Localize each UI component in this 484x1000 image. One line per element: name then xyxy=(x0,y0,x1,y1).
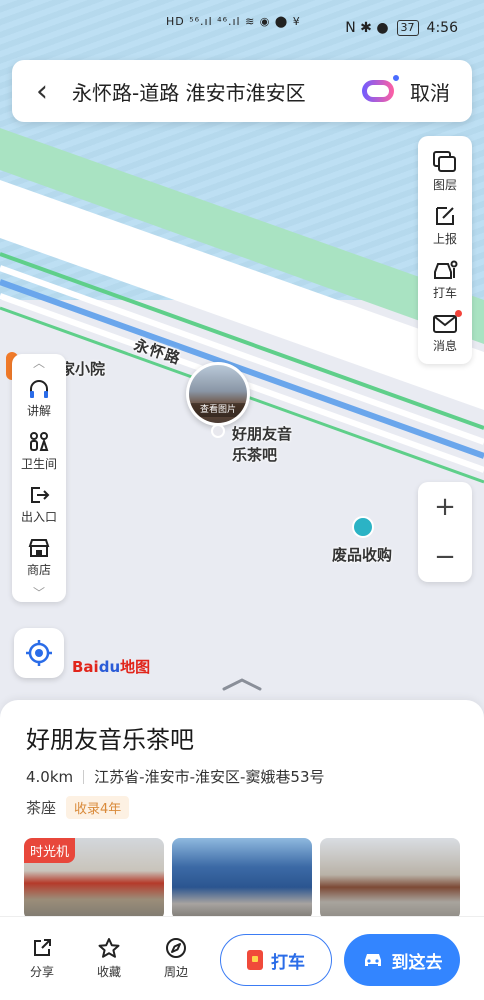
chevron-up-icon[interactable]: ︿ xyxy=(33,354,45,372)
star-icon xyxy=(98,938,120,958)
search-bar: ‹ 永怀路-道路 淮安市淮安区 取消 xyxy=(12,60,472,122)
zoom-in-button[interactable]: + xyxy=(418,482,472,532)
report-label: 上报 xyxy=(432,231,457,246)
exit-label: 出入口 xyxy=(20,509,57,524)
battery-icon: 37 xyxy=(396,20,419,36)
restroom-label: 卫生间 xyxy=(20,456,57,471)
taxi-ticket-icon xyxy=(247,950,263,970)
guide-label: 讲解 xyxy=(26,403,51,418)
taxi-button[interactable]: 打车 xyxy=(220,934,332,986)
store-button[interactable]: 商店 xyxy=(12,531,66,584)
divider xyxy=(83,769,85,784)
report-icon xyxy=(436,206,454,225)
status-signal-icons: HD ⁵⁶.ıl ⁴⁶.ıl ≋ ◉ ⬤ ¥ xyxy=(166,15,301,28)
taxi-toolbar-label: 打车 xyxy=(432,285,457,300)
status-time: 4:56 xyxy=(426,20,458,36)
unread-dot xyxy=(455,310,462,317)
place-photo[interactable] xyxy=(320,838,460,920)
status-right: N ✱ ● 37 4:56 xyxy=(345,20,458,36)
guide-button[interactable]: 讲解 xyxy=(12,372,66,425)
message-icon xyxy=(433,314,457,333)
message-label: 消息 xyxy=(432,338,457,353)
recycle-poi-icon[interactable] xyxy=(352,516,374,538)
exit-button[interactable]: 出入口 xyxy=(12,478,66,531)
marker-photo: 查看图片 xyxy=(189,365,247,423)
place-distance: 4.0km xyxy=(26,767,74,786)
favorite-label: 收藏 xyxy=(96,965,121,979)
layers-button[interactable]: 图层 xyxy=(418,144,472,198)
status-system-icons: N ✱ ● xyxy=(345,20,389,36)
store-icon xyxy=(28,538,50,557)
place-photo[interactable]: 时光机 xyxy=(24,838,164,920)
go-here-label: 到这去 xyxy=(391,952,443,973)
place-name: 好朋友音乐茶吧 xyxy=(26,726,194,754)
cancel-button[interactable]: 取消 xyxy=(410,77,472,106)
restroom-icon xyxy=(30,431,49,451)
share-icon xyxy=(34,939,51,956)
layers-label: 图层 xyxy=(432,177,457,192)
status-bar: HD ⁵⁶.ıl ⁴⁶.ıl ≋ ◉ ⬤ ¥ N ✱ ● 37 4:56 xyxy=(0,0,484,56)
marker-name[interactable]: 好朋友音 乐茶吧 xyxy=(232,424,292,466)
taxi-label: 打车 xyxy=(271,952,305,973)
favorite-button[interactable]: 收藏 xyxy=(87,937,131,980)
place-address: 江苏省-淮安市-淮安区-窦娥巷53号 xyxy=(94,768,325,786)
zoom-control: + − xyxy=(418,482,472,582)
share-button[interactable]: 分享 xyxy=(20,937,64,980)
marker-caption: 查看图片 xyxy=(189,403,247,417)
photo-strip: 时光机 xyxy=(24,838,460,920)
taxi-icon xyxy=(434,260,458,279)
message-button[interactable]: 消息 xyxy=(418,306,472,360)
place-category: 茶座 xyxy=(26,799,57,817)
sheet-handle-icon[interactable] xyxy=(220,674,264,694)
place-tags: 茶座 收录4年 xyxy=(26,796,130,819)
compass-icon xyxy=(166,938,186,958)
place-photo[interactable] xyxy=(172,838,312,920)
nearby-button[interactable]: 周边 xyxy=(154,937,198,980)
report-button[interactable]: 上报 xyxy=(418,198,472,252)
store-label: 商店 xyxy=(26,562,51,577)
layers-icon xyxy=(433,150,456,172)
search-query[interactable]: 永怀路-道路 淮安市淮安区 xyxy=(72,77,362,106)
exit-icon xyxy=(31,486,50,503)
back-icon[interactable]: ‹ xyxy=(12,60,72,122)
assistant-icon[interactable] xyxy=(362,74,400,104)
car-icon xyxy=(364,954,381,966)
taxi-toolbar-button[interactable]: 打车 xyxy=(418,252,472,306)
left-toolbar: ︿ 讲解 卫生间 出入口 商店 ﹀ xyxy=(12,354,66,602)
share-label: 分享 xyxy=(29,965,54,979)
locate-button[interactable] xyxy=(14,628,64,678)
recycle-poi-label[interactable]: 废品收购 xyxy=(332,544,392,565)
place-photo-marker[interactable]: 查看图片 xyxy=(186,362,250,426)
right-toolbar: 图层 上报 打车 消息 xyxy=(418,136,472,364)
headphones-icon xyxy=(30,379,48,398)
locate-icon xyxy=(26,640,52,666)
place-address-row: 4.0km 江苏省-淮安市-淮安区-窦娥巷53号 xyxy=(26,766,324,787)
marker-name-line1: 好朋友音 xyxy=(232,425,293,443)
poi-partial-label[interactable]: 家小院 xyxy=(60,358,105,379)
baidu-map-logo: Baidu地图 xyxy=(72,658,151,676)
chevron-down-icon[interactable]: ﹀ xyxy=(33,584,45,602)
go-here-button[interactable]: 到这去 xyxy=(344,934,460,986)
action-bar: 分享 收藏 周边 打车 到这去 xyxy=(0,916,484,1000)
marker-name-line2: 乐茶吧 xyxy=(232,446,278,464)
time-machine-badge[interactable]: 时光机 xyxy=(24,838,76,863)
restroom-button[interactable]: 卫生间 xyxy=(12,425,66,478)
place-age-badge: 收录4年 xyxy=(66,796,130,819)
zoom-out-button[interactable]: − xyxy=(418,532,472,582)
nearby-label: 周边 xyxy=(163,965,188,979)
marker-anchor xyxy=(211,424,225,438)
